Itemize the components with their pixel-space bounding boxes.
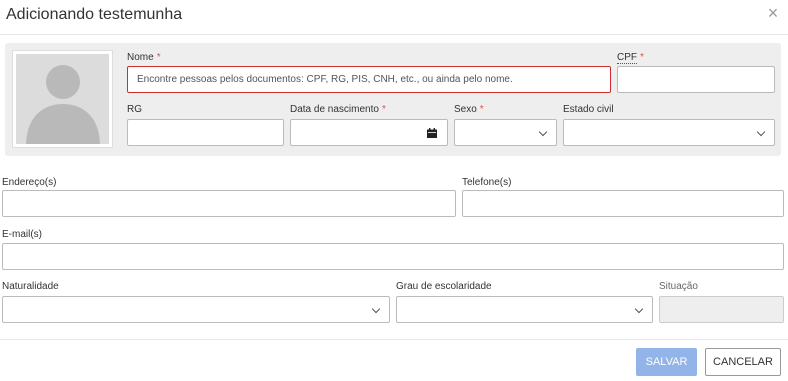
naturalidade-label: Naturalidade [2, 281, 59, 292]
sexo-select[interactable] [454, 119, 557, 146]
endereco-input[interactable] [2, 190, 456, 217]
rg-input[interactable] [127, 119, 284, 146]
nascimento-label: Data de nascimento * [290, 104, 386, 115]
calendar-icon [427, 128, 437, 138]
escolaridade-select[interactable] [396, 296, 653, 323]
close-icon[interactable]: × [766, 4, 780, 22]
estado-civil-select[interactable] [563, 119, 775, 146]
email-label: E-mail(s) [2, 229, 42, 240]
header-divider [0, 34, 788, 35]
cpf-label: CPF * [617, 52, 644, 64]
estado-civil-label: Estado civil [563, 104, 614, 115]
escolaridade-label: Grau de escolaridade [396, 281, 492, 292]
situacao-input [659, 296, 784, 323]
cpf-input[interactable] [617, 66, 775, 93]
naturalidade-select[interactable] [2, 296, 390, 323]
person-photo[interactable] [12, 50, 113, 148]
nascimento-input[interactable] [290, 119, 418, 146]
avatar-placeholder-icon [26, 65, 100, 144]
cancel-button[interactable]: CANCELAR [705, 348, 781, 376]
footer-divider [0, 339, 788, 340]
situacao-label: Situação [659, 281, 698, 292]
nome-search-input[interactable]: Encontre pessoas pelos documentos: CPF, … [127, 66, 611, 93]
sexo-label: Sexo * [454, 104, 484, 115]
dialog-title: Adicionando testemunha [6, 6, 183, 23]
telefone-label: Telefone(s) [462, 177, 512, 188]
save-button[interactable]: SALVAR [636, 348, 697, 376]
rg-label: RG [127, 104, 142, 115]
endereco-label: Endereço(s) [2, 177, 57, 188]
calendar-button[interactable] [417, 119, 448, 146]
nome-label: Nome * [127, 52, 161, 63]
telefone-input[interactable] [462, 190, 784, 217]
email-input[interactable] [2, 243, 784, 270]
